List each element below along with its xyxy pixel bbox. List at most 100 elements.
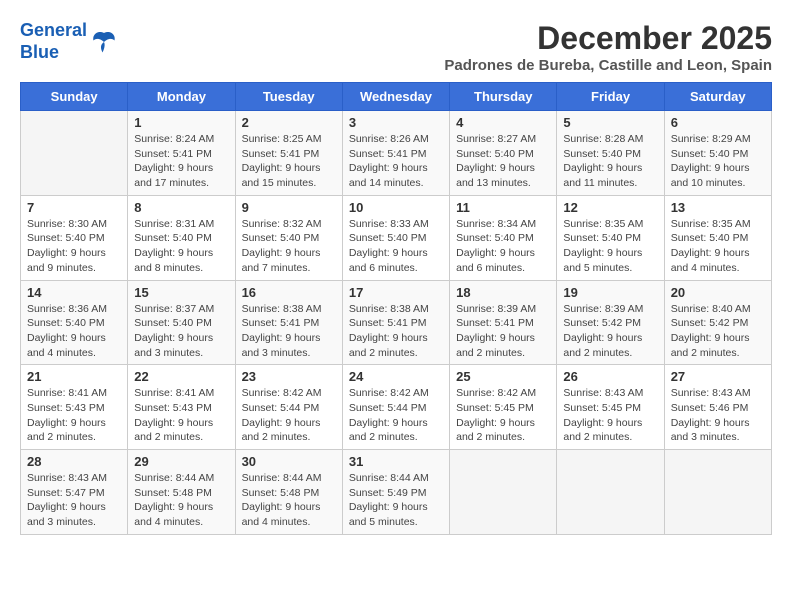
day-number: 22 [134, 369, 228, 384]
calendar-cell: 10Sunrise: 8:33 AMSunset: 5:40 PMDayligh… [342, 195, 449, 280]
location: Padrones de Bureba, Castille and Leon, S… [444, 57, 772, 74]
calendar-cell: 5 Sunrise: 8:28 AMSunset: 5:40 PMDaylight… [557, 111, 664, 196]
day-info: Sunrise: 8:36 AMSunset: 5:40 PMDaylight:… [27, 302, 121, 361]
calendar-cell: 2 Sunrise: 8:25 AMSunset: 5:41 PMDaylight… [235, 111, 342, 196]
calendar-cell [450, 450, 557, 535]
day-info: Sunrise: 8:41 AMSunset: 5:43 PMDaylight:… [27, 386, 121, 445]
day-number: 25 [456, 369, 550, 384]
day-number: 11 [456, 200, 550, 215]
weekday-header-wednesday: Wednesday [342, 83, 449, 111]
day-info: Sunrise: 8:28 AMSunset: 5:40 PMDaylight:… [563, 132, 657, 191]
title-block: December 2025 Padrones de Bureba, Castil… [444, 20, 772, 74]
day-number: 20 [671, 285, 765, 300]
calendar-cell: 16Sunrise: 8:38 AMSunset: 5:41 PMDayligh… [235, 280, 342, 365]
calendar-cell: 6 Sunrise: 8:29 AMSunset: 5:40 PMDaylight… [664, 111, 771, 196]
day-info: Sunrise: 8:42 AMSunset: 5:44 PMDaylight:… [349, 386, 443, 445]
day-number: 5 [563, 115, 657, 130]
day-info: Sunrise: 8:43 AMSunset: 5:45 PMDaylight:… [563, 386, 657, 445]
day-number: 6 [671, 115, 765, 130]
calendar-cell: 18 Sunrise: 8:39 AMSunset: 5:41 PMDayligh… [450, 280, 557, 365]
calendar-cell: 14 Sunrise: 8:36 AMSunset: 5:40 PMDayligh… [21, 280, 128, 365]
weekday-header-friday: Friday [557, 83, 664, 111]
day-info: Sunrise: 8:41 AMSunset: 5:43 PMDaylight:… [134, 386, 228, 445]
day-info: Sunrise: 8:44 AMSunset: 5:48 PMDaylight:… [134, 471, 228, 530]
calendar-cell: 19Sunrise: 8:39 AMSunset: 5:42 PMDayligh… [557, 280, 664, 365]
day-number: 7 [27, 200, 121, 215]
day-number: 12 [563, 200, 657, 215]
day-info: Sunrise: 8:38 AMSunset: 5:41 PMDaylight:… [349, 302, 443, 361]
calendar-cell: 21Sunrise: 8:41 AMSunset: 5:43 PMDayligh… [21, 365, 128, 450]
calendar-cell: 26 Sunrise: 8:43 AMSunset: 5:45 PMDayligh… [557, 365, 664, 450]
day-info: Sunrise: 8:43 AMSunset: 5:46 PMDaylight:… [671, 386, 765, 445]
calendar-cell: 30Sunrise: 8:44 AMSunset: 5:48 PMDayligh… [235, 450, 342, 535]
logo-bird-icon [89, 27, 119, 57]
calendar-table: SundayMondayTuesdayWednesdayThursdayFrid… [20, 82, 772, 535]
day-info: Sunrise: 8:44 AMSunset: 5:49 PMDaylight:… [349, 471, 443, 530]
calendar-cell: 13 Sunrise: 8:35 AMSunset: 5:40 PMDayligh… [664, 195, 771, 280]
calendar-cell: 4Sunrise: 8:27 AMSunset: 5:40 PMDaylight… [450, 111, 557, 196]
day-info: Sunrise: 8:32 AMSunset: 5:40 PMDaylight:… [242, 217, 336, 276]
day-info: Sunrise: 8:25 AMSunset: 5:41 PMDaylight:… [242, 132, 336, 191]
day-number: 8 [134, 200, 228, 215]
calendar-header-row: SundayMondayTuesdayWednesdayThursdayFrid… [21, 83, 772, 111]
day-info: Sunrise: 8:42 AMSunset: 5:45 PMDaylight:… [456, 386, 550, 445]
day-info: Sunrise: 8:31 AMSunset: 5:40 PMDaylight:… [134, 217, 228, 276]
calendar-cell: 29 Sunrise: 8:44 AMSunset: 5:48 PMDayligh… [128, 450, 235, 535]
day-number: 30 [242, 454, 336, 469]
month-title: December 2025 [444, 20, 772, 57]
calendar-cell [664, 450, 771, 535]
calendar-cell: 25 Sunrise: 8:42 AMSunset: 5:45 PMDayligh… [450, 365, 557, 450]
logo-text: General Blue [20, 20, 87, 63]
day-info: Sunrise: 8:35 AMSunset: 5:40 PMDaylight:… [563, 217, 657, 276]
calendar-cell: 11 Sunrise: 8:34 AMSunset: 5:40 PMDayligh… [450, 195, 557, 280]
day-info: Sunrise: 8:30 AMSunset: 5:40 PMDaylight:… [27, 217, 121, 276]
day-number: 15 [134, 285, 228, 300]
day-number: 1 [134, 115, 228, 130]
day-info: Sunrise: 8:35 AMSunset: 5:40 PMDaylight:… [671, 217, 765, 276]
day-info: Sunrise: 8:37 AMSunset: 5:40 PMDaylight:… [134, 302, 228, 361]
calendar-cell: 15 Sunrise: 8:37 AMSunset: 5:40 PMDayligh… [128, 280, 235, 365]
logo-line1: General [20, 20, 87, 40]
calendar-cell: 28Sunrise: 8:43 AMSunset: 5:47 PMDayligh… [21, 450, 128, 535]
logo: General Blue [20, 20, 119, 63]
day-info: Sunrise: 8:26 AMSunset: 5:41 PMDaylight:… [349, 132, 443, 191]
day-number: 26 [563, 369, 657, 384]
day-number: 4 [456, 115, 550, 130]
day-number: 29 [134, 454, 228, 469]
weekday-header-thursday: Thursday [450, 83, 557, 111]
calendar-cell: 27Sunrise: 8:43 AMSunset: 5:46 PMDayligh… [664, 365, 771, 450]
day-info: Sunrise: 8:42 AMSunset: 5:44 PMDaylight:… [242, 386, 336, 445]
day-number: 10 [349, 200, 443, 215]
calendar-cell: 22 Sunrise: 8:41 AMSunset: 5:43 PMDayligh… [128, 365, 235, 450]
day-info: Sunrise: 8:34 AMSunset: 5:40 PMDaylight:… [456, 217, 550, 276]
day-number: 14 [27, 285, 121, 300]
calendar-cell: 12 Sunrise: 8:35 AMSunset: 5:40 PMDayligh… [557, 195, 664, 280]
day-info: Sunrise: 8:39 AMSunset: 5:41 PMDaylight:… [456, 302, 550, 361]
day-number: 31 [349, 454, 443, 469]
calendar-body: 1Sunrise: 8:24 AMSunset: 5:41 PMDaylight… [21, 111, 772, 535]
weekday-header-saturday: Saturday [664, 83, 771, 111]
calendar-cell: 17Sunrise: 8:38 AMSunset: 5:41 PMDayligh… [342, 280, 449, 365]
day-info: Sunrise: 8:29 AMSunset: 5:40 PMDaylight:… [671, 132, 765, 191]
calendar-cell [21, 111, 128, 196]
page-header: General Blue December 2025 Padrones de B… [20, 20, 772, 74]
calendar-cell [557, 450, 664, 535]
day-number: 13 [671, 200, 765, 215]
calendar-cell: 20Sunrise: 8:40 AMSunset: 5:42 PMDayligh… [664, 280, 771, 365]
day-number: 19 [563, 285, 657, 300]
day-number: 2 [242, 115, 336, 130]
weekday-header-sunday: Sunday [21, 83, 128, 111]
calendar-week-1: 1Sunrise: 8:24 AMSunset: 5:41 PMDaylight… [21, 111, 772, 196]
day-number: 3 [349, 115, 443, 130]
weekday-header-tuesday: Tuesday [235, 83, 342, 111]
day-number: 18 [456, 285, 550, 300]
calendar-week-2: 7 Sunrise: 8:30 AMSunset: 5:40 PMDaylight… [21, 195, 772, 280]
calendar-cell: 23Sunrise: 8:42 AMSunset: 5:44 PMDayligh… [235, 365, 342, 450]
day-info: Sunrise: 8:43 AMSunset: 5:47 PMDaylight:… [27, 471, 121, 530]
calendar-cell: 3 Sunrise: 8:26 AMSunset: 5:41 PMDaylight… [342, 111, 449, 196]
calendar-cell: 1Sunrise: 8:24 AMSunset: 5:41 PMDaylight… [128, 111, 235, 196]
calendar-cell: 7 Sunrise: 8:30 AMSunset: 5:40 PMDaylight… [21, 195, 128, 280]
calendar-week-3: 14 Sunrise: 8:36 AMSunset: 5:40 PMDayligh… [21, 280, 772, 365]
day-info: Sunrise: 8:38 AMSunset: 5:41 PMDaylight:… [242, 302, 336, 361]
calendar-week-4: 21Sunrise: 8:41 AMSunset: 5:43 PMDayligh… [21, 365, 772, 450]
